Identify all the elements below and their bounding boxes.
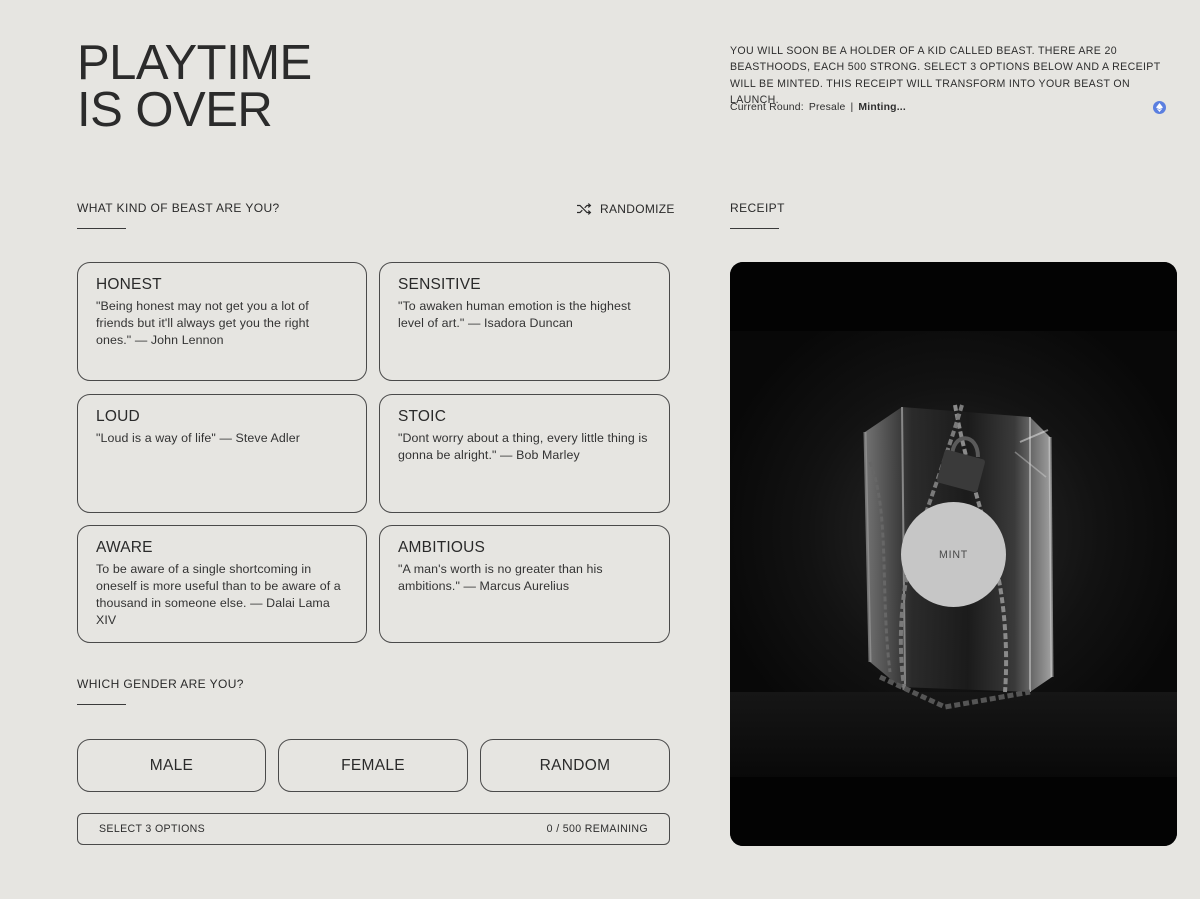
receipt-heading: RECEIPT: [730, 201, 785, 215]
round-label: Current Round:: [730, 102, 804, 113]
ethereum-icon[interactable]: [1153, 101, 1166, 114]
gender-heading-underline: [77, 704, 126, 705]
traits-heading-underline: [77, 228, 126, 229]
trait-title: AWARE: [96, 539, 153, 556]
gender-heading: WHICH GENDER ARE YOU?: [77, 677, 244, 691]
round-value: Presale: [808, 102, 846, 113]
trait-card-loud[interactable]: LOUD "Loud is a way of life" — Steve Adl…: [77, 394, 367, 513]
receipt-heading-underline: [730, 228, 779, 229]
selection-hint: SELECT 3 OPTIONS: [99, 823, 206, 835]
selection-status-bar: SELECT 3 OPTIONS 0 / 500 REMAINING: [77, 813, 670, 845]
trait-title: HONEST: [96, 276, 162, 293]
round-separator: |: [850, 102, 854, 113]
trait-quote: "Being honest may not get you a lot of f…: [96, 299, 310, 347]
randomize-button[interactable]: RANDOMIZE: [576, 202, 675, 216]
trait-quote: To be aware of a single shortcoming in o…: [96, 562, 341, 627]
intro-text: YOU WILL SOON BE A HOLDER OF A KID CALLE…: [730, 45, 1161, 107]
trait-card-honest[interactable]: HONEST "Being honest may not get you a l…: [77, 262, 367, 381]
traits-heading: WHAT KIND OF BEAST ARE YOU?: [77, 201, 280, 215]
trait-card-aware[interactable]: AWARE To be aware of a single shortcomin…: [77, 525, 367, 643]
gender-random-button[interactable]: RANDOM: [480, 739, 670, 792]
trait-card-ambitious[interactable]: AMBITIOUS "A man's worth is no greater t…: [379, 525, 670, 643]
mint-button[interactable]: MINT: [901, 502, 1006, 607]
trait-card-stoic[interactable]: STOIC "Dont worry about a thing, every l…: [379, 394, 670, 513]
mint-status: Minting...: [858, 102, 906, 113]
page-title-line-1: PLAYTIME: [77, 36, 312, 90]
trait-title: AMBITIOUS: [398, 539, 486, 556]
trait-quote: "Dont worry about a thing, every little …: [398, 431, 648, 462]
gender-male-button[interactable]: MALE: [77, 739, 266, 792]
shuffle-icon: [577, 203, 592, 215]
trait-quote: "Loud is a way of life" — Steve Adler: [96, 431, 300, 445]
page-title: PLAYTIME IS OVER: [77, 36, 477, 137]
remaining-count: 0 / 500 REMAINING: [546, 823, 648, 835]
trait-quote: "A man's worth is no greater than his am…: [398, 562, 603, 593]
trait-quote: "To awaken human emotion is the highest …: [398, 299, 631, 330]
trait-title: LOUD: [96, 408, 140, 425]
gender-female-button[interactable]: FEMALE: [278, 739, 468, 792]
page-title-line-2: IS OVER: [77, 83, 273, 137]
trait-title: SENSITIVE: [398, 276, 481, 293]
trait-title: STOIC: [398, 408, 447, 425]
randomize-label: RANDOMIZE: [600, 202, 675, 216]
current-round: Current Round: Presale | Minting...: [730, 102, 906, 113]
trait-card-sensitive[interactable]: SENSITIVE "To awaken human emotion is th…: [379, 262, 670, 381]
